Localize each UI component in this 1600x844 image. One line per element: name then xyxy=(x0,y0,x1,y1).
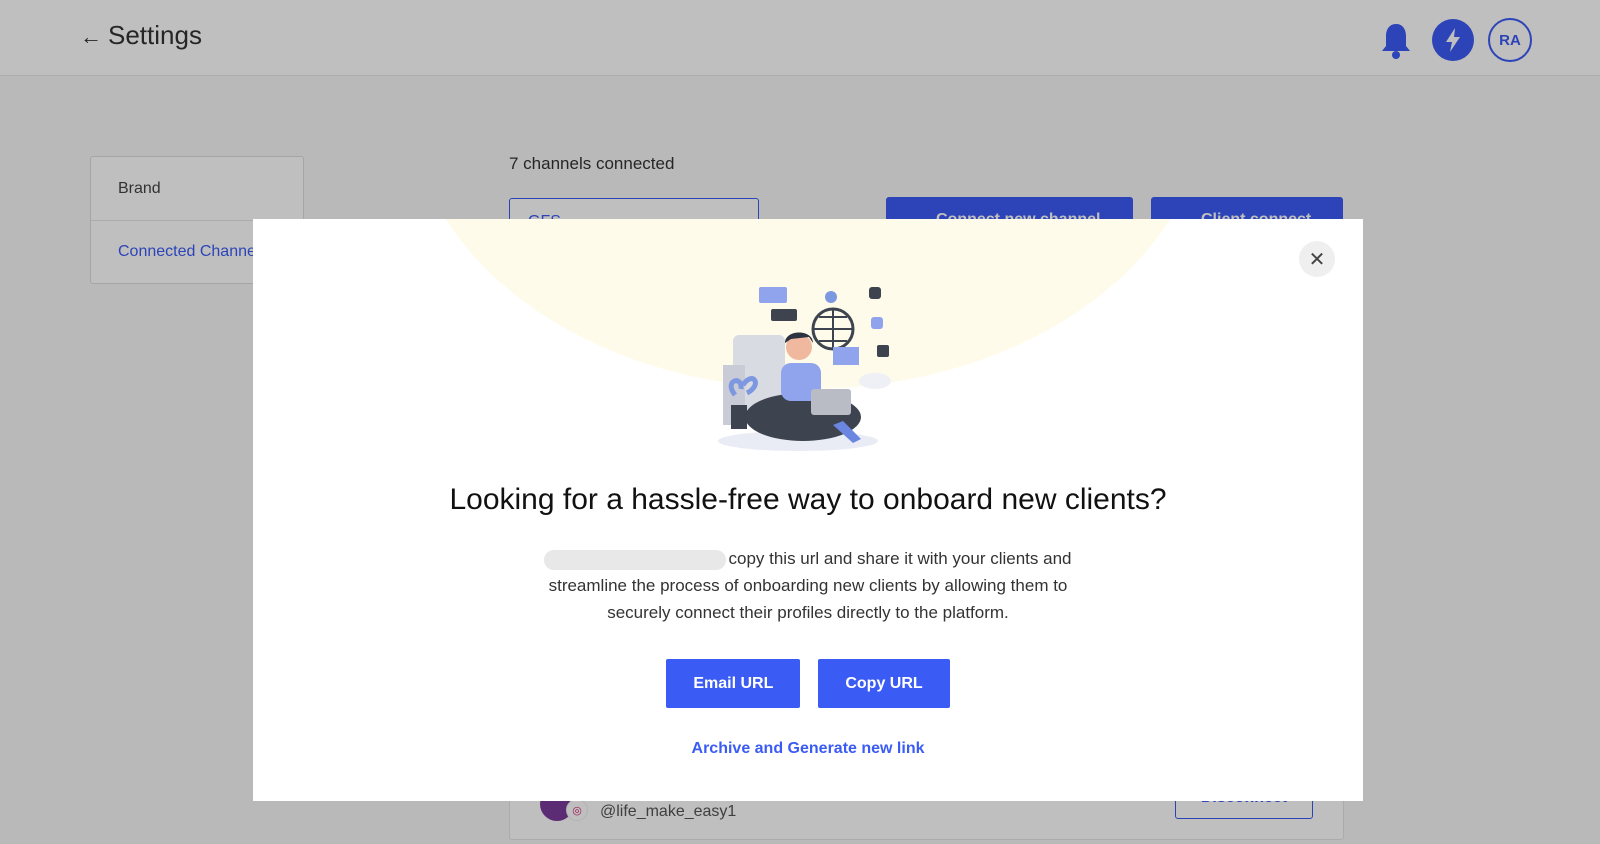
onboard-clients-modal: ✕ Looking for a hassle-free way to onboa… xyxy=(253,219,1363,801)
redacted-url[interactable] xyxy=(544,549,727,570)
email-url-button[interactable]: Email URL xyxy=(666,659,801,708)
modal-actions: Email URL Copy URL xyxy=(253,659,1363,708)
modal-heading: Looking for a hassle-free way to onboard… xyxy=(449,483,1167,516)
modal-description: copy this url and share it with your cli… xyxy=(523,545,1093,626)
copy-url-button[interactable]: Copy URL xyxy=(818,659,950,708)
close-icon[interactable]: ✕ xyxy=(1299,241,1335,277)
onboarding-illustration xyxy=(718,287,891,451)
archive-generate-link[interactable]: Archive and Generate new link xyxy=(253,740,1363,758)
